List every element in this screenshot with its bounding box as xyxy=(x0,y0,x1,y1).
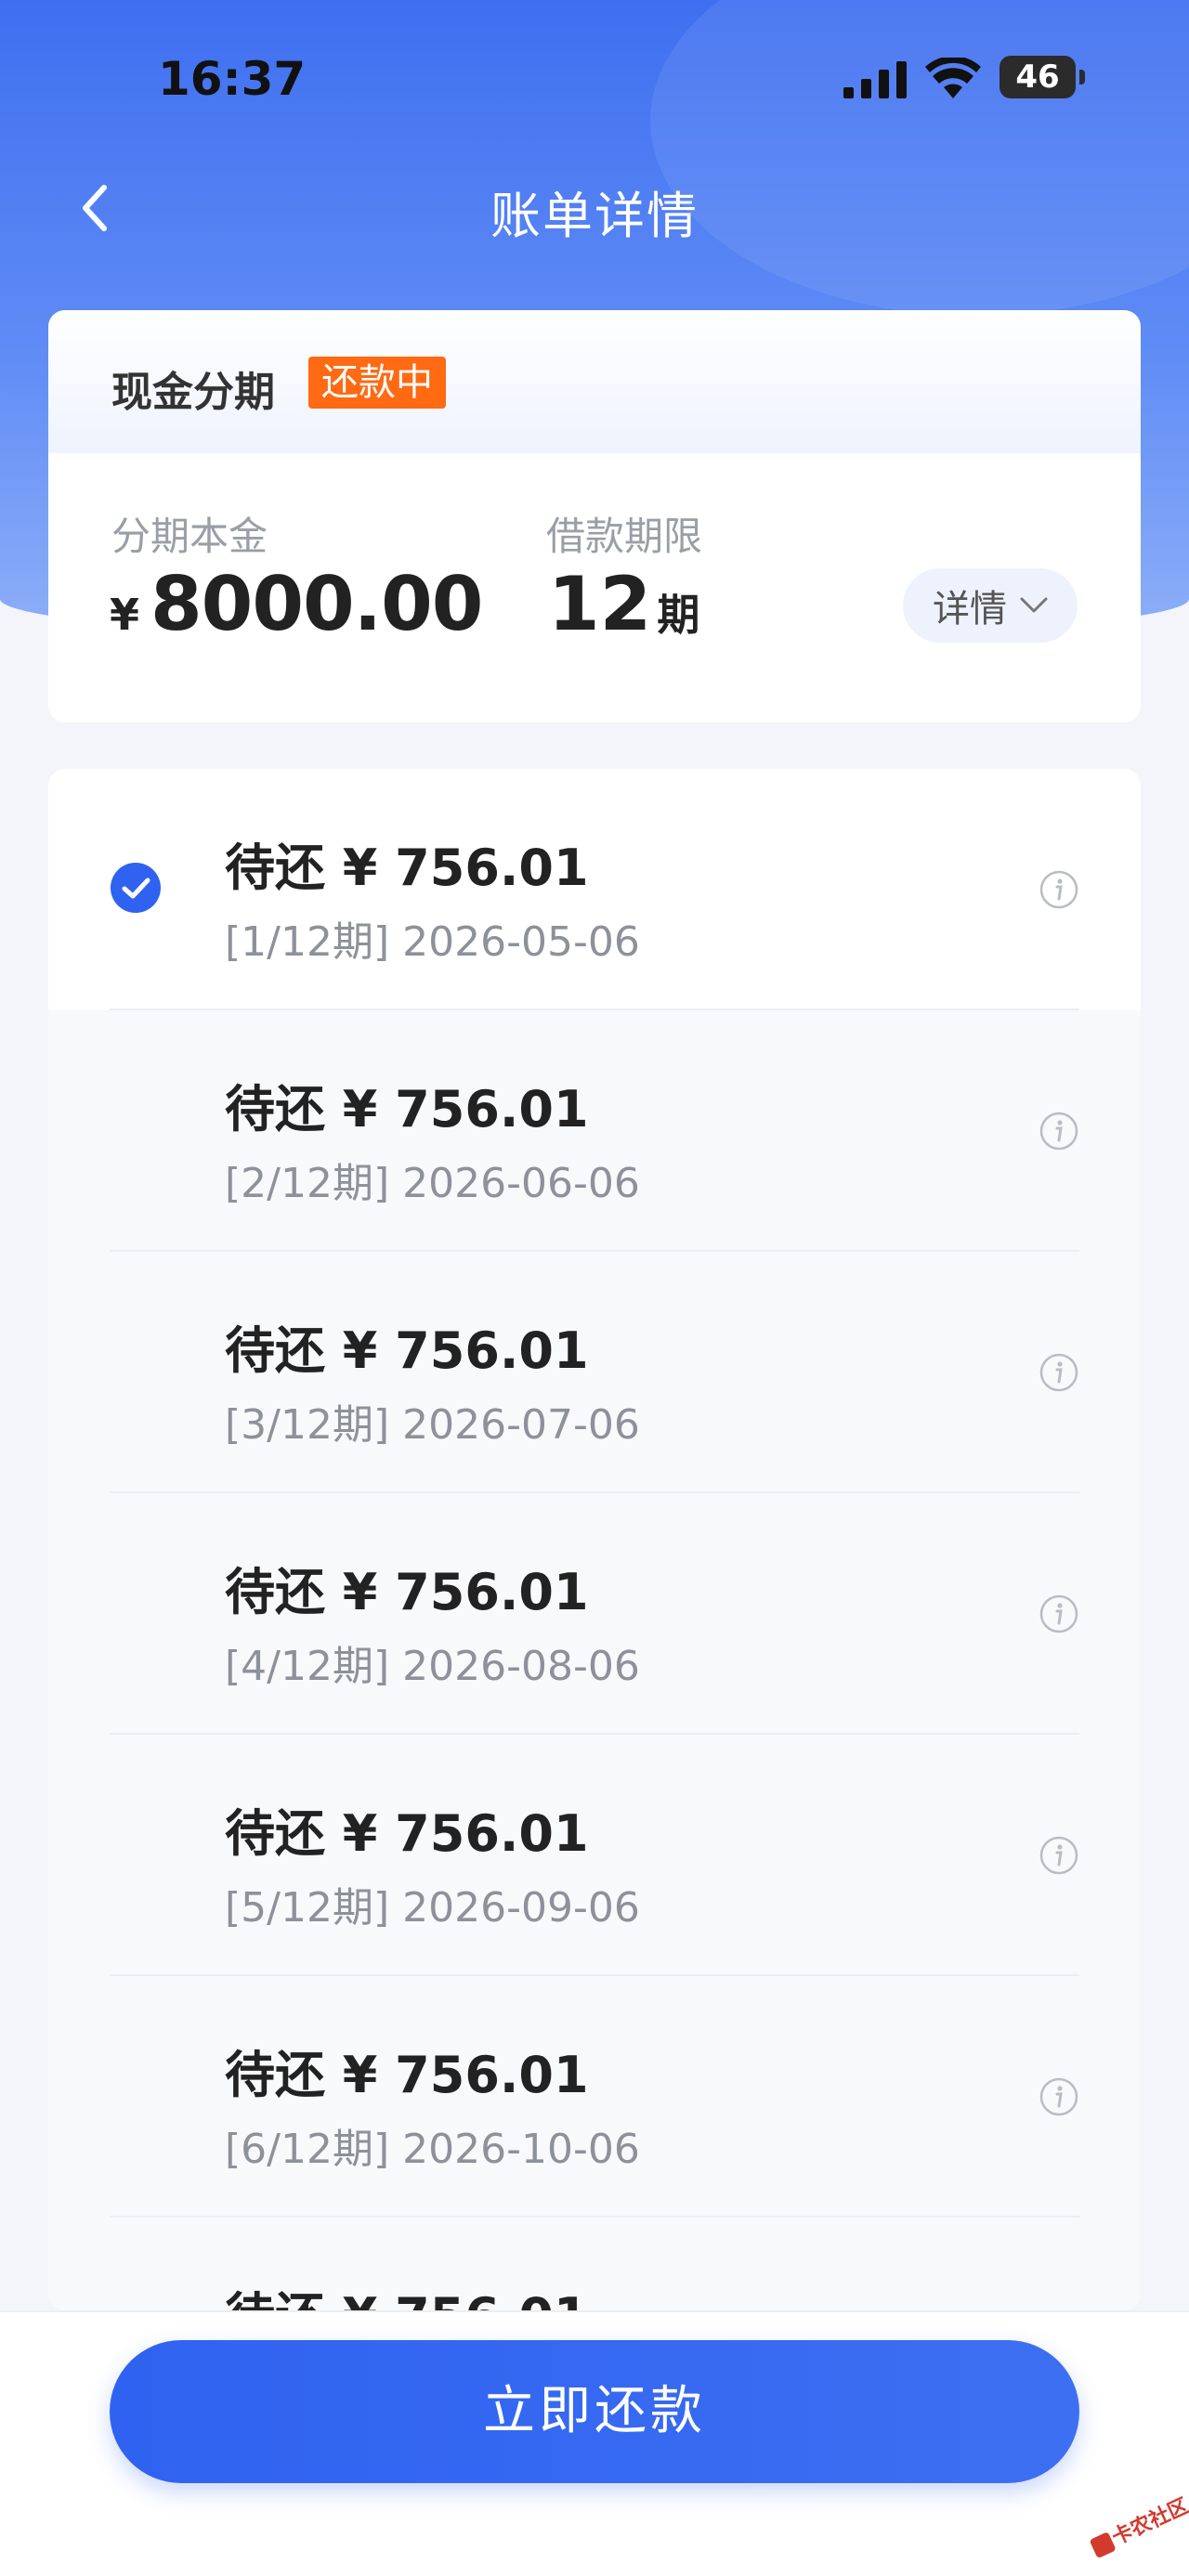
info-icon[interactable] xyxy=(1039,1835,1079,1876)
installment-period: [6/12期] 2026-10-06 xyxy=(225,2126,640,2173)
check-circle-icon[interactable] xyxy=(110,862,162,914)
installment-row[interactable]: 待还 ¥ 756.01 [4/12期] 2026-08-06 xyxy=(48,1493,1141,1735)
installment-amount: 待还 ¥ 756.01 xyxy=(225,1321,589,1380)
installment-row[interactable]: 待还 ¥ 756.01 [6/12期] 2026-10-06 xyxy=(48,1976,1141,2218)
info-icon[interactable] xyxy=(1039,2076,1079,2117)
installment-amount: 待还 ¥ 756.01 xyxy=(225,2275,589,2310)
term-unit: 期 xyxy=(657,590,700,640)
principal-label: 分期本金 xyxy=(111,514,268,559)
installment-period: [5/12期] 2026-09-06 xyxy=(225,1884,640,1932)
detail-button[interactable]: 详情 xyxy=(903,568,1078,643)
summary-card: 现金分期 还款中 分期本金 借款期限 ¥8000.00 12 期 详情 xyxy=(48,310,1141,722)
status-bar: 16:37 46 xyxy=(0,0,1189,158)
installment-period: [2/12期] 2026-06-06 xyxy=(225,1160,640,1207)
installment-row[interactable]: 待还 ¥ 756.01 [2/12期] 2026-06-06 xyxy=(48,1010,1141,1252)
wifi-icon xyxy=(925,58,981,98)
status-time: 16:37 xyxy=(158,52,307,106)
bottom-action-bar: 立即还款 xyxy=(0,2310,1189,2576)
principal-value: ¥8000.00 xyxy=(110,561,483,647)
installment-amount: 待还 ¥ 756.01 xyxy=(225,2046,589,2104)
installment-row[interactable]: 待还 ¥ 756.01 xyxy=(48,2218,1141,2310)
battery-icon: 46 xyxy=(1000,56,1085,98)
info-icon[interactable] xyxy=(1039,1352,1079,1393)
installment-amount: 待还 ¥ 756.01 xyxy=(225,1804,589,1863)
page-title: 账单详情 xyxy=(490,187,699,245)
installment-period: [4/12期] 2026-08-06 xyxy=(225,1643,640,1690)
term-number: 12 xyxy=(548,561,652,647)
installment-amount: 待还 ¥ 756.01 xyxy=(225,839,589,897)
chevron-down-icon xyxy=(1020,597,1048,613)
detail-button-label: 详情 xyxy=(933,588,1007,631)
signal-icon xyxy=(843,61,907,98)
installment-row[interactable]: 待还 ¥ 756.01 [3/12期] 2026-07-06 xyxy=(48,1252,1141,1493)
term-label: 借款期限 xyxy=(546,514,703,559)
pay-now-button[interactable]: 立即还款 xyxy=(110,2340,1079,2483)
info-icon[interactable] xyxy=(1039,1111,1079,1151)
summary-header: 现金分期 还款中 xyxy=(48,310,1141,453)
info-icon[interactable] xyxy=(1039,869,1079,910)
principal-amount: 8000.00 xyxy=(150,561,483,647)
installment-amount: 待还 ¥ 756.01 xyxy=(225,1563,589,1621)
status-badge: 还款中 xyxy=(308,357,446,409)
info-icon[interactable] xyxy=(1039,1594,1079,1634)
installment-row[interactable]: 待还 ¥ 756.01 [1/12期] 2026-05-06 xyxy=(48,769,1141,1010)
term-value: 12 期 xyxy=(548,561,699,647)
installment-list: 待还 ¥ 756.01 [1/12期] 2026-05-06 待还 ¥ 756.01… xyxy=(48,769,1141,2310)
installment-amount: 待还 ¥ 756.01 xyxy=(225,1080,589,1138)
installment-period: [1/12期] 2026-05-06 xyxy=(225,918,640,966)
currency-symbol: ¥ xyxy=(110,590,140,640)
installment-row[interactable]: 待还 ¥ 756.01 [5/12期] 2026-09-06 xyxy=(48,1735,1141,1976)
product-name: 现金分期 xyxy=(111,369,275,416)
installment-period: [3/12期] 2026-07-06 xyxy=(225,1401,640,1449)
